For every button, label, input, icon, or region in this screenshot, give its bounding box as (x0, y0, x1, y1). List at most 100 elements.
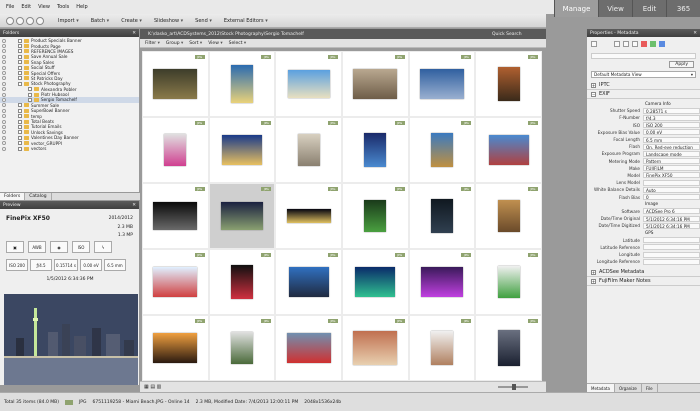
thumbnail-image[interactable] (420, 267, 463, 297)
expand-toggle-icon[interactable] (18, 44, 22, 49)
expand-toggle-icon[interactable] (18, 130, 22, 135)
folder-checkbox[interactable] (2, 65, 6, 70)
flag-icon[interactable] (632, 41, 638, 47)
exif-value[interactable]: 6.5 mm (643, 136, 700, 143)
thumbnail-image[interactable] (497, 200, 520, 232)
section-exif[interactable]: − EXIF (587, 90, 700, 99)
thumbnail-cell[interactable]: JPG (341, 117, 409, 183)
thumbnail-image[interactable] (430, 199, 453, 233)
thumbnail-image[interactable] (288, 267, 329, 297)
thumbnail-image[interactable] (153, 333, 198, 363)
thumbnail-image[interactable] (497, 67, 520, 101)
expand-toggle-icon[interactable] (18, 108, 22, 113)
expand-toggle-icon[interactable] (18, 81, 22, 86)
thumbnail-cell[interactable]: JPG (475, 183, 542, 249)
folder-path[interactable]: K:\dasko_art\ACDSystems_2012\Stock Photo… (148, 32, 304, 37)
folder-checkbox[interactable] (2, 135, 6, 140)
external-editors-menu[interactable]: External Editors (224, 18, 268, 24)
expand-toggle-icon[interactable] (28, 87, 32, 92)
mode-365[interactable]: 365 (666, 0, 700, 17)
thumbnail-cell[interactable]: JPG (475, 117, 542, 183)
expand-toggle-icon[interactable] (18, 119, 22, 124)
rating-icon[interactable] (614, 41, 620, 47)
exif-value[interactable]: ISO 200 (643, 122, 700, 129)
color-label-blue[interactable] (659, 41, 665, 47)
exif-value[interactable] (643, 179, 700, 186)
thumbnail-image[interactable] (364, 133, 387, 167)
expand-toggle-icon[interactable] (18, 49, 22, 54)
view-mode-icon[interactable]: ▦ ▤ ▥ (144, 384, 161, 390)
thumbnail-cell[interactable]: JPG (275, 183, 342, 249)
panel-close-icon[interactable]: ✕ (693, 31, 697, 36)
thumbnail-cell[interactable]: JPG (341, 249, 409, 315)
thumbnail-cell[interactable]: JPG (208, 51, 276, 117)
exif-value[interactable] (643, 237, 700, 244)
thumbnail-cell[interactable]: JPG (142, 249, 209, 315)
import-menu[interactable]: Import (58, 18, 79, 24)
exif-value[interactable]: FinePix XF50 (643, 172, 700, 179)
thumbnail-cell[interactable]: JPG (142, 117, 209, 183)
thumbnail-image[interactable] (497, 330, 520, 366)
tag-icon[interactable] (591, 41, 597, 47)
zoom-slider-handle[interactable] (512, 384, 516, 390)
folder-checkbox[interactable] (2, 97, 6, 102)
exif-value[interactable]: Camera Info (643, 101, 700, 107)
thumbnail-cell[interactable]: JPG (208, 315, 276, 381)
exif-value[interactable]: Auto (643, 186, 700, 193)
exif-value[interactable]: 0.28571 s (643, 107, 700, 114)
expand-toggle-icon[interactable] (18, 103, 22, 108)
back-button[interactable] (6, 16, 14, 25)
folder-checkbox[interactable] (2, 119, 6, 124)
exif-value[interactable]: 5/1/2012 6:34:16 PM (643, 215, 700, 222)
forward-button[interactable] (16, 16, 24, 25)
folder-checkbox[interactable] (2, 108, 6, 113)
group-menu[interactable]: Group (166, 41, 183, 46)
view-menu[interactable]: View (208, 41, 222, 46)
thumbnail-cell[interactable]: JPG (142, 183, 209, 249)
exif-value[interactable]: FUJIFILM (643, 165, 700, 172)
exif-value[interactable]: ACDSee Pro 6 (643, 208, 700, 215)
folder-checkbox[interactable] (2, 81, 6, 86)
thumbnail-image[interactable] (430, 331, 453, 365)
thumbnail-cell[interactable]: JPG (408, 117, 476, 183)
exif-value[interactable] (643, 258, 700, 265)
folder-checkbox[interactable] (2, 124, 6, 129)
expand-toggle-icon[interactable] (18, 65, 22, 70)
expand-toggle-icon[interactable] (18, 38, 22, 43)
menu-tools[interactable]: Tools (57, 4, 69, 10)
folder-checkbox[interactable] (2, 114, 6, 119)
expand-toggle-icon[interactable] (18, 114, 22, 119)
thumbnail-image[interactable] (153, 202, 198, 230)
thumbnail-cell[interactable]: JPG (275, 249, 342, 315)
thumbnail-cell[interactable]: JPG (475, 249, 542, 315)
mode-view[interactable]: View (598, 0, 632, 17)
filter-menu[interactable]: Filter (145, 41, 160, 46)
menu-view[interactable]: View (38, 4, 50, 10)
thumbnail-image[interactable] (153, 267, 198, 297)
thumbnail-image[interactable] (355, 267, 396, 297)
folder-checkbox[interactable] (2, 130, 6, 135)
thumbnail-image[interactable] (230, 65, 253, 103)
expand-toggle-icon[interactable] (28, 92, 32, 97)
thumbnail-cell[interactable]: JPG (208, 117, 276, 183)
exif-value[interactable] (643, 251, 700, 258)
thumbnail-cell[interactable]: JPG (408, 183, 476, 249)
select-menu[interactable]: Select (229, 41, 247, 46)
folder-checkbox[interactable] (2, 71, 6, 76)
exif-value[interactable]: On, Red-eye reduction (643, 143, 700, 150)
tab-folders[interactable]: Folders (0, 193, 26, 200)
exif-value[interactable]: 5/1/2012 6:34:16 PM (643, 222, 700, 229)
folder-checkbox[interactable] (2, 76, 6, 81)
thumbnail-image[interactable] (353, 331, 398, 365)
expand-toggle-icon[interactable] (18, 135, 22, 140)
thumbnail-image[interactable] (230, 332, 253, 364)
thumbnail-image[interactable] (297, 134, 320, 166)
thumbnail-image[interactable] (497, 266, 520, 298)
folder-checkbox[interactable] (2, 141, 6, 146)
thumbnail-image[interactable] (221, 135, 262, 165)
folder-checkbox[interactable] (2, 38, 6, 43)
thumbnail-image[interactable] (364, 200, 387, 232)
mode-edit[interactable]: Edit (632, 0, 666, 17)
thumbnail-image[interactable] (286, 333, 331, 363)
thumbnail-cell[interactable]: JPG (208, 249, 276, 315)
